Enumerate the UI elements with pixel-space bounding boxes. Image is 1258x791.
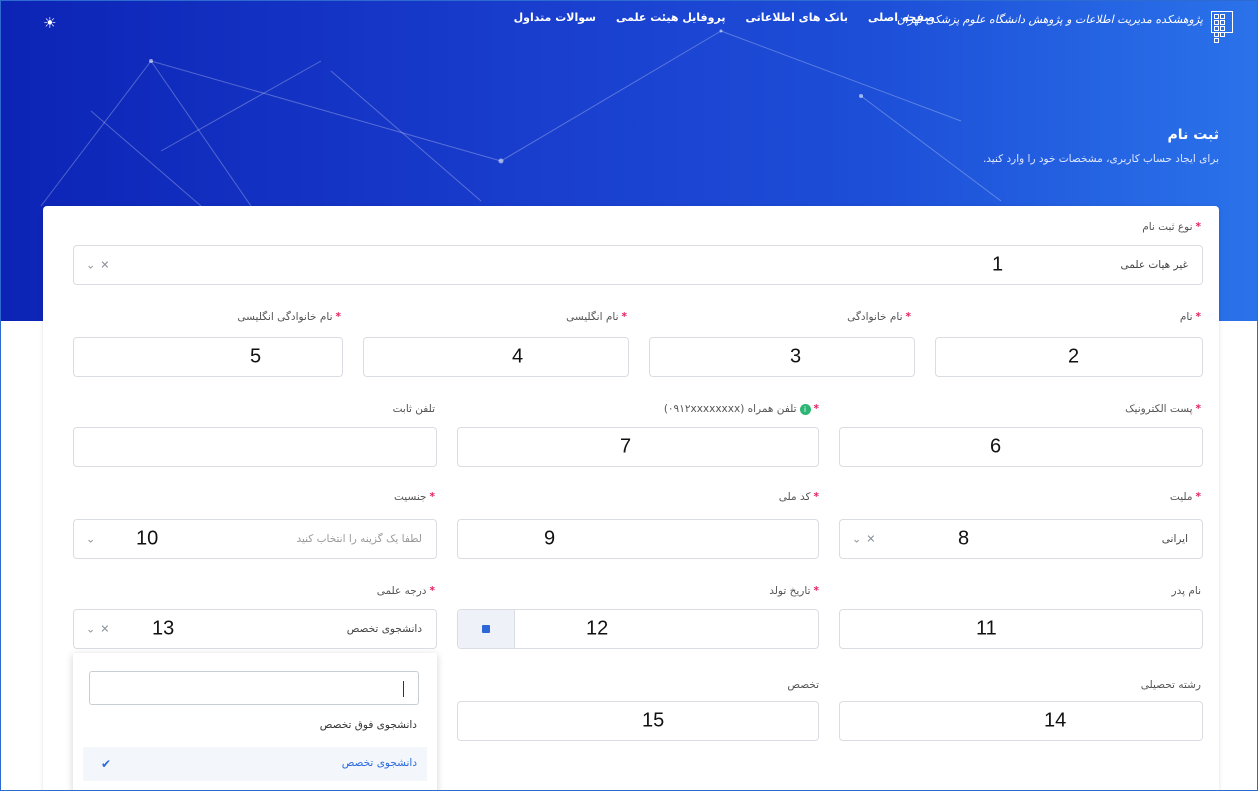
label-father-name: نام پدر: [1171, 585, 1201, 597]
clear-icon: ✕: [100, 622, 110, 636]
clear-icon: ✕: [866, 532, 876, 546]
label-last-name: *نام خانوادگی: [847, 311, 911, 323]
label-first-name: *نام: [1179, 311, 1201, 323]
chevron-down-icon: ⌄: [86, 622, 96, 636]
label-birth-date: *تاریخ تولد: [769, 585, 819, 597]
first-name-field[interactable]: 2: [935, 337, 1203, 377]
clear-icon: ✕: [100, 258, 110, 272]
nav-faculty-profile[interactable]: پروفایل هیئت علمی: [616, 11, 726, 24]
info-icon[interactable]: i: [799, 403, 811, 415]
nationality-controls[interactable]: ⌄ ✕: [852, 533, 875, 546]
degree-dropdown-menu: دانشجوی فوق تخصص دانشجوی تخصص ✔: [73, 653, 437, 790]
gender-select[interactable]: لطفا یک گزینه را انتخاب کنید 10 ⌄: [73, 519, 437, 559]
theme-toggle-icon[interactable]: ☀: [43, 15, 59, 31]
degree-controls[interactable]: ⌄ ✕: [86, 623, 109, 636]
marker-6: 6: [990, 435, 1002, 458]
gender-placeholder: لطفا یک گزینه را انتخاب کنید: [296, 533, 422, 545]
father-name-field[interactable]: 11: [839, 609, 1203, 649]
dropdown-option[interactable]: دانشجوی فوق تخصص: [320, 719, 417, 731]
chevron-down-icon: ⌄: [852, 532, 862, 546]
top-navbar: پژوهشکده مدیریت اطلاعات و پژوهش دانشگاه …: [1, 1, 1257, 43]
label-gender: *جنسیت: [393, 491, 435, 503]
page-subtitle: برای ایجاد حساب کاربری، مشخصات خود را وا…: [982, 153, 1219, 165]
marker-7: 7: [620, 435, 632, 458]
mobile-field[interactable]: 7: [457, 427, 819, 467]
marker-11: 11: [976, 617, 997, 640]
reg-type-controls[interactable]: ⌄ ✕: [86, 259, 109, 272]
marker-15: 15: [642, 709, 665, 732]
dropdown-option-selected[interactable]: دانشجوی تخصص: [342, 757, 417, 769]
app-frame: پژوهشکده مدیریت اطلاعات و پژوهش دانشگاه …: [0, 0, 1258, 791]
label-en-last-name: *نام خانوادگی انگلیسی: [237, 311, 341, 323]
dropdown-search-input[interactable]: [89, 671, 419, 705]
nav-home[interactable]: صفحه اصلی: [868, 11, 935, 24]
label-field-of-study: رشته تحصیلی: [1140, 679, 1201, 691]
label-email: *پست الکترونیک: [1125, 403, 1201, 415]
email-field[interactable]: 6: [839, 427, 1203, 467]
marker-10: 10: [136, 527, 159, 550]
marker-5: 5: [250, 345, 262, 368]
degree-value: دانشجوی تخصص: [346, 623, 422, 635]
label-nationality: *ملیت: [1169, 491, 1201, 503]
label-mobile: *iتلفن همراه (۰۹۱۲xxxxxxxx): [663, 403, 819, 415]
gender-controls[interactable]: ⌄: [86, 533, 95, 546]
label-en-first-name: *نام انگلیسی: [566, 311, 627, 323]
main-nav: صفحه اصلی بانک های اطلاعاتی پروفایل هیئت…: [514, 11, 935, 24]
label-phone: تلفن ثابت: [392, 403, 435, 415]
marker-13: 13: [152, 617, 175, 640]
last-name-field[interactable]: 3: [649, 337, 915, 377]
marker-1: 1: [992, 253, 1004, 276]
logo-text[interactable]: پژوهشکده مدیریت اطلاعات و پژوهش دانشگاه …: [897, 13, 1203, 26]
nav-databases[interactable]: بانک های اطلاعاتی: [745, 11, 848, 24]
national-code-field[interactable]: 9: [457, 519, 819, 559]
marker-4: 4: [512, 345, 524, 368]
marker-14: 14: [1044, 709, 1067, 732]
label-degree: *درجه علمی: [376, 585, 435, 597]
phone-field[interactable]: [73, 427, 437, 467]
marker-2: 2: [1068, 345, 1080, 368]
birth-date-field[interactable]: 12: [457, 609, 819, 649]
chevron-down-icon: ⌄: [86, 532, 96, 546]
specialty-field[interactable]: 15: [457, 701, 819, 741]
marker-3: 3: [790, 345, 802, 368]
marker-9: 9: [544, 527, 556, 550]
reg-type-select[interactable]: غیر هیات علمی 1 ⌄ ✕: [73, 245, 1203, 285]
nav-faq[interactable]: سوالات متداول: [514, 11, 596, 24]
label-national-code: *کد ملی: [778, 491, 819, 503]
field-of-study-field[interactable]: 14: [839, 701, 1203, 741]
calendar-icon[interactable]: [458, 610, 515, 648]
university-logo-icon[interactable]: [1211, 11, 1233, 43]
marker-12: 12: [586, 617, 609, 640]
label-reg-type: *نوع ثبت نام: [1142, 221, 1201, 233]
en-first-name-field[interactable]: 4: [363, 337, 629, 377]
check-icon: ✔: [101, 757, 112, 771]
reg-type-value: غیر هیات علمی: [1120, 259, 1188, 271]
nationality-value: ایرانی: [1161, 533, 1188, 545]
nationality-select[interactable]: ایرانی 8 ⌄ ✕: [839, 519, 1203, 559]
chevron-down-icon: ⌄: [86, 258, 96, 272]
page-title: ثبت نام: [1167, 127, 1219, 143]
en-last-name-field[interactable]: 5: [73, 337, 343, 377]
marker-8: 8: [958, 527, 970, 550]
label-specialty: تخصص: [787, 679, 819, 691]
degree-select[interactable]: دانشجوی تخصص 13 ⌄ ✕: [73, 609, 437, 649]
